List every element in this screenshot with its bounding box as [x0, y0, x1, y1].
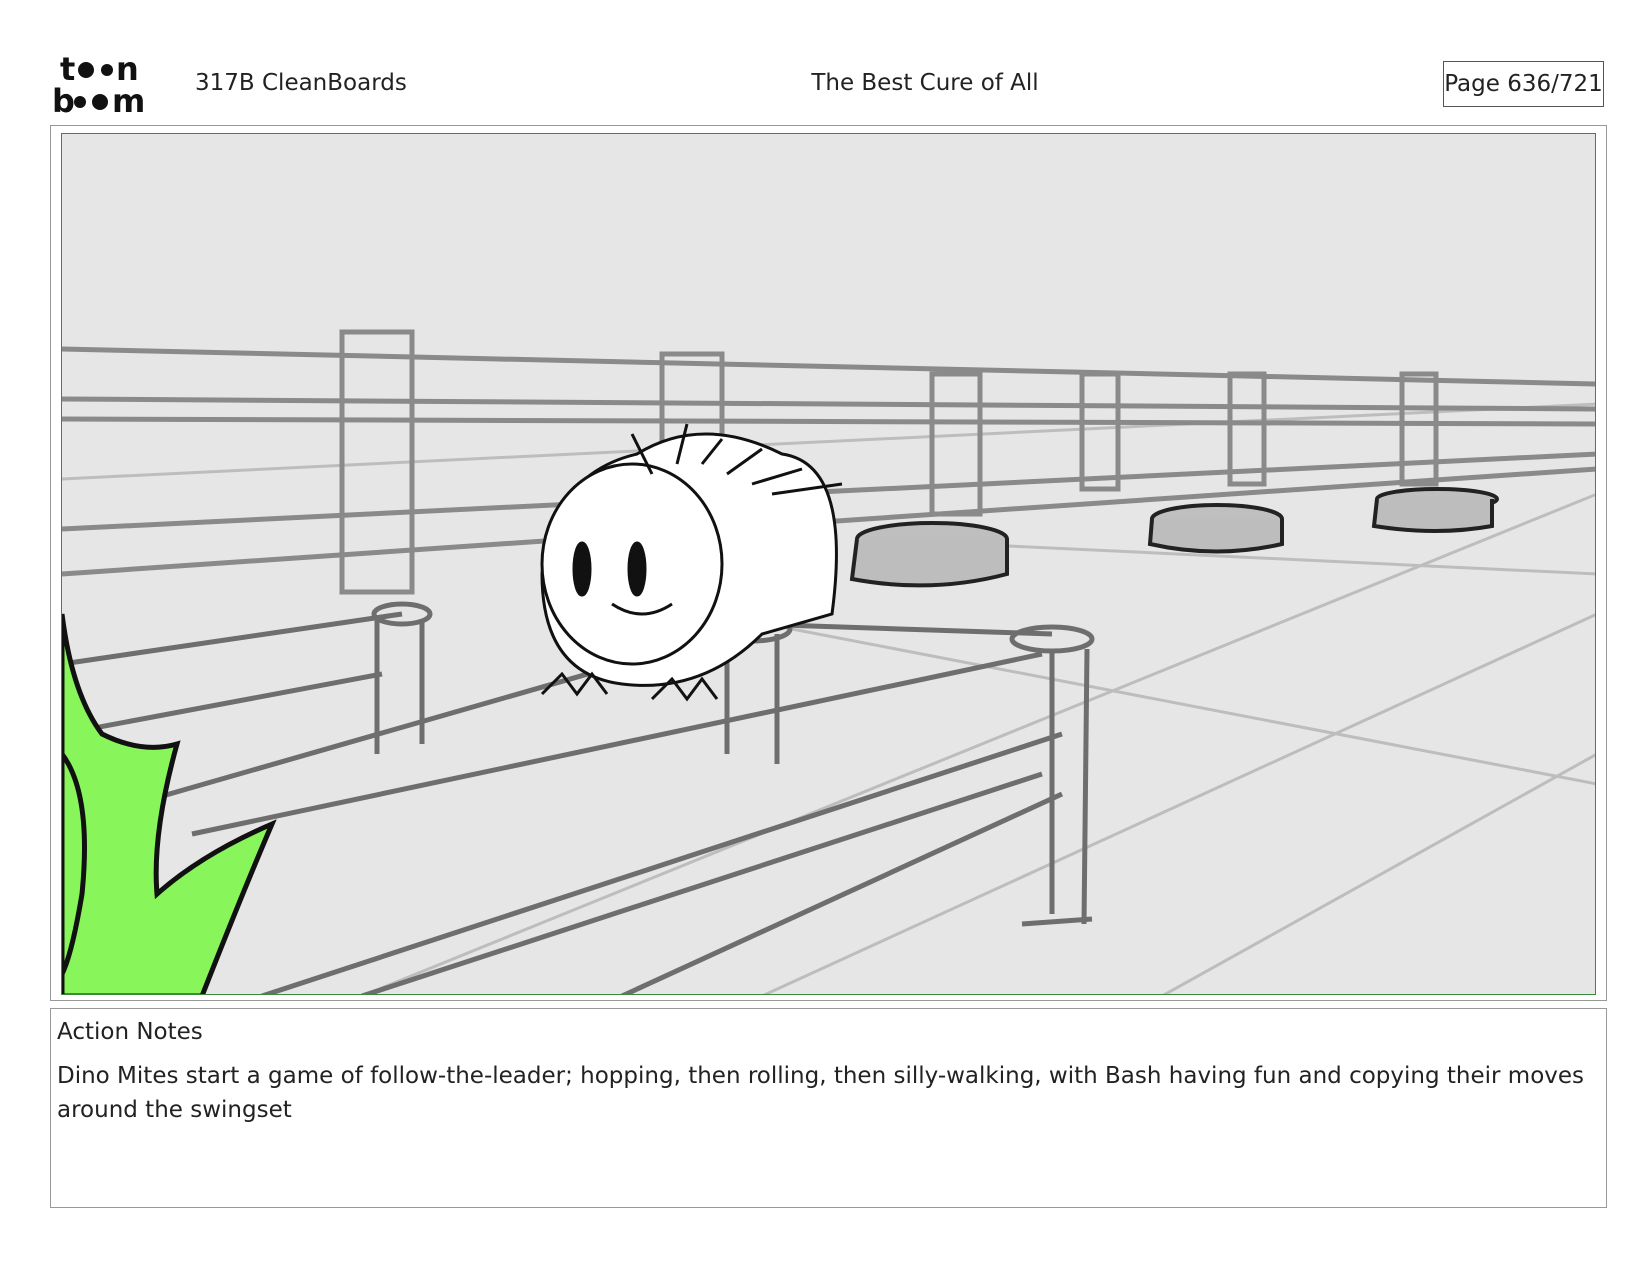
foreground-foliage — [62, 613, 277, 994]
dino-mite-character — [540, 423, 843, 702]
stepping-stumps — [849, 487, 1499, 588]
action-notes: Action Notes Dino Mites start a game of … — [50, 1008, 1607, 1208]
storyboard-panel — [61, 133, 1596, 995]
action-notes-heading: Action Notes — [57, 1019, 203, 1045]
episode-title: The Best Cure of All — [811, 70, 1039, 96]
action-notes-body: Dino Mites start a game of follow-the-le… — [57, 1063, 1585, 1123]
page-number: Page 636/721 — [1443, 61, 1604, 107]
panel-drawing — [62, 329, 1595, 994]
